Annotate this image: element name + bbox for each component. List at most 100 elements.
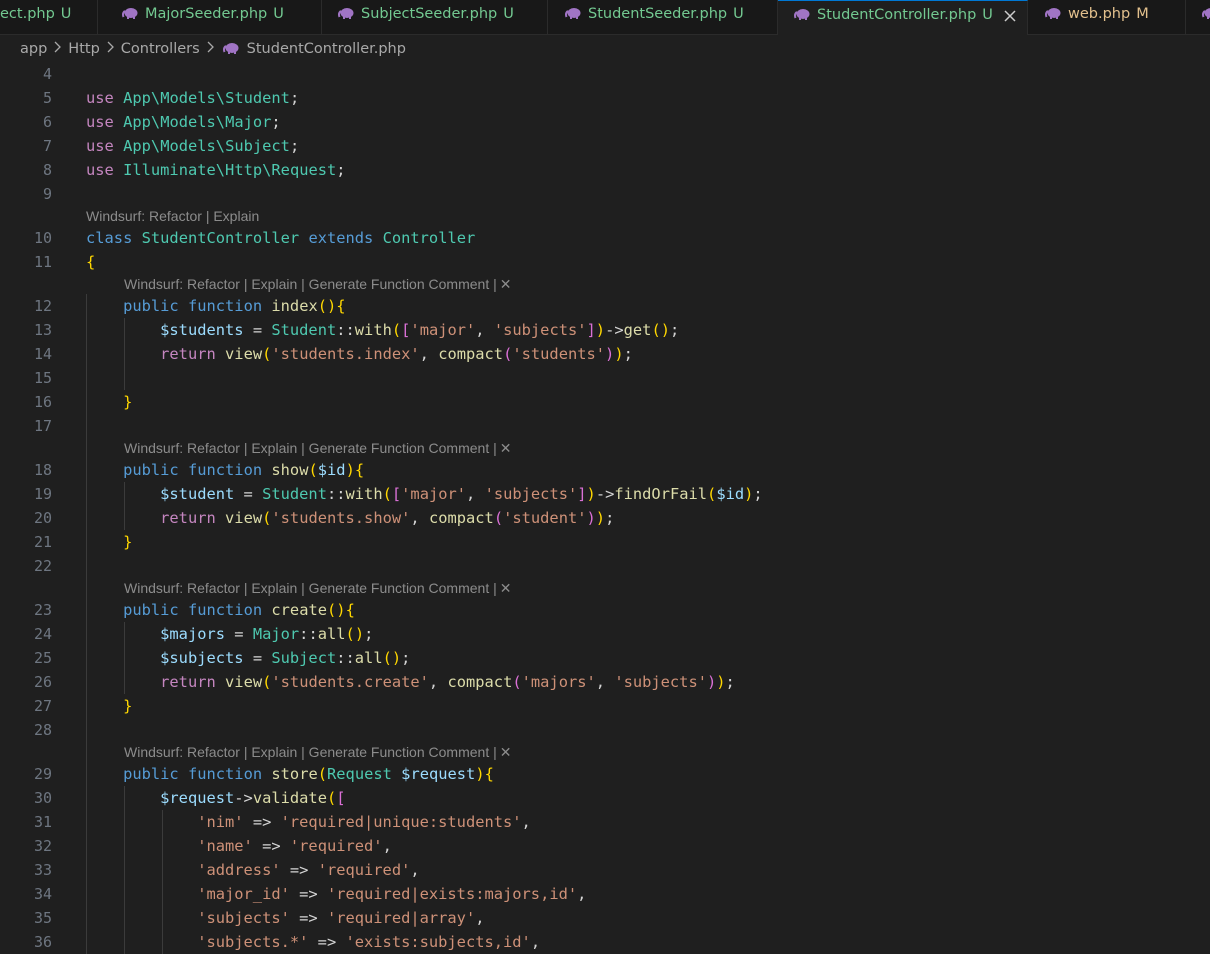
close-icon[interactable] — [1003, 5, 1017, 19]
code-line: 33 'address' => 'required', — [0, 858, 1210, 882]
breadcrumb-item-app[interactable]: app — [20, 41, 47, 57]
tab-label: web.php — [1068, 6, 1130, 22]
code-text[interactable]: 'subjects' => 'required|array', — [86, 906, 485, 930]
code-line: 25 $subjects = Subject::all(); — [0, 646, 1210, 670]
code-line: 32 'name' => 'required', — [0, 834, 1210, 858]
close-icon[interactable]: ✕ — [500, 276, 512, 292]
code-text[interactable]: use App\Models\Student; — [86, 86, 299, 110]
php-elephant-icon — [122, 1, 138, 29]
line-number: 13 — [0, 318, 52, 342]
code-text[interactable]: $student = Student::with(['major', 'subj… — [86, 482, 763, 506]
git-status-badge: U — [61, 6, 72, 22]
breadcrumb-item-controllers[interactable]: Controllers — [121, 41, 200, 57]
code-line: 13 $students = Student::with(['major', '… — [0, 318, 1210, 342]
code-text[interactable]: 'subjects.*' => 'exists:subjects,id', — [86, 930, 540, 954]
code-text[interactable]: 'name' => 'required', — [86, 834, 392, 858]
code-line: 19 $student = Student::with(['major', 's… — [0, 482, 1210, 506]
tab-studentseeder-php[interactable]: StudentSeeder.phpU — [548, 0, 778, 34]
line-number: 32 — [0, 834, 52, 858]
code-line: 7use App\Models\Subject; — [0, 134, 1210, 158]
line-number: 24 — [0, 622, 52, 646]
tab-label: MajorSeeder.php — [145, 6, 267, 22]
tab-label: StudentController.php — [817, 7, 976, 23]
breadcrumb: app Http Controllers StudentController.php — [20, 38, 406, 60]
code-text[interactable]: public function show($id){ — [86, 458, 364, 482]
line-number: 21 — [0, 530, 52, 554]
close-icon[interactable]: ✕ — [500, 440, 512, 456]
close-icon[interactable]: ✕ — [500, 744, 512, 760]
tab-subjectseeder-php[interactable]: SubjectSeeder.phpU — [322, 0, 548, 34]
code-text[interactable]: { — [86, 250, 95, 274]
codelens-windsurf[interactable]: Windsurf: Refactor | Explain | Generate … — [124, 438, 511, 458]
line-number: 20 — [0, 506, 52, 530]
code-text[interactable]: $majors = Major::all(); — [86, 622, 373, 646]
git-status-badge: U — [273, 6, 284, 22]
line-number: 36 — [0, 930, 52, 954]
codelens-label[interactable]: Windsurf: Refactor | Explain | Generate … — [124, 276, 497, 292]
code-text[interactable]: 'address' => 'required', — [86, 858, 420, 882]
tab-overflow[interactable] — [1186, 0, 1210, 34]
codelens-label[interactable]: Windsurf: Refactor | Explain | Generate … — [124, 440, 497, 456]
code-line: 15 — [0, 366, 1210, 390]
tab-majorseeder-php[interactable]: MajorSeeder.php U — [102, 0, 322, 34]
php-elephant-icon — [338, 1, 354, 29]
code-text[interactable]: } — [86, 530, 132, 554]
line-number: 15 — [0, 366, 52, 390]
line-number: 8 — [0, 158, 52, 182]
code-line: 29 public function store(Request $reques… — [0, 762, 1210, 786]
php-elephant-icon — [794, 2, 810, 30]
code-text[interactable]: 'nim' => 'required|unique:students', — [86, 810, 531, 834]
line-number: 4 — [0, 62, 52, 86]
tab-ect-php[interactable]: ect.phpU — [0, 0, 98, 34]
code-text[interactable]: class StudentController extends Controll… — [86, 226, 475, 250]
line-number: 25 — [0, 646, 52, 670]
php-elephant-icon — [1045, 1, 1061, 29]
code-line: 35 'subjects' => 'required|array', — [0, 906, 1210, 930]
editor-tab-bar: ect.phpU MajorSeeder.php U SubjectSeeder.ph… — [0, 0, 1210, 35]
line-number: 14 — [0, 342, 52, 366]
code-text[interactable]: return view('students.index', compact('s… — [86, 342, 633, 366]
breadcrumb-item-file[interactable]: StudentController.php — [247, 41, 406, 57]
codelens-windsurf[interactable]: Windsurf: Refactor | Explain | Generate … — [124, 274, 511, 294]
code-text[interactable]: } — [86, 694, 132, 718]
code-line: 20 return view('students.show', compact(… — [0, 506, 1210, 530]
code-text[interactable]: $students = Student::with(['major', 'sub… — [86, 318, 679, 342]
php-elephant-icon — [565, 1, 581, 29]
code-text[interactable]: use Illuminate\Http\Request; — [86, 158, 346, 182]
tab-web-php[interactable]: web.php M — [1029, 0, 1186, 34]
code-text[interactable]: return view('students.show', compact('st… — [86, 506, 614, 530]
code-line: 36 'subjects.*' => 'exists:subjects,id', — [0, 930, 1210, 954]
code-text[interactable]: public function create(){ — [86, 598, 355, 622]
codelens-label[interactable]: Windsurf: Refactor | Explain | Generate … — [124, 744, 497, 760]
code-text[interactable]: return view('students.create', compact('… — [86, 670, 735, 694]
code-text[interactable]: public function store(Request $request){ — [86, 762, 494, 786]
close-icon[interactable]: ✕ — [500, 580, 512, 596]
code-text[interactable]: use App\Models\Subject; — [86, 134, 299, 158]
codelens-windsurf[interactable]: Windsurf: Refactor | Explain | Generate … — [124, 742, 511, 762]
code-line: 17 — [0, 414, 1210, 438]
indent-guide — [124, 318, 125, 390]
code-text[interactable]: } — [86, 390, 132, 414]
git-status-badge: U — [982, 7, 993, 23]
chevron-right-icon — [53, 38, 62, 60]
line-number: 9 — [0, 182, 52, 206]
indent-guide — [124, 622, 125, 694]
code-text[interactable]: public function index(){ — [86, 294, 346, 318]
code-line: 4 — [0, 62, 1210, 86]
tab-studentcontroller-php[interactable]: StudentController.php U — [778, 0, 1028, 35]
codelens-label[interactable]: Windsurf: Refactor | Explain — [86, 208, 259, 224]
git-status-badge: M — [1136, 6, 1149, 22]
php-elephant-icon — [223, 39, 239, 61]
breadcrumb-item-http[interactable]: Http — [68, 41, 99, 57]
codelens-label[interactable]: Windsurf: Refactor | Explain | Generate … — [124, 580, 497, 596]
line-number: 28 — [0, 718, 52, 742]
code-text[interactable]: $subjects = Subject::all(); — [86, 646, 410, 670]
code-line: 9 — [0, 182, 1210, 206]
code-line: 31 'nim' => 'required|unique:students', — [0, 810, 1210, 834]
code-line: 34 'major_id' => 'required|exists:majors… — [0, 882, 1210, 906]
codelens-windsurf[interactable]: Windsurf: Refactor | Explain | Generate … — [124, 578, 511, 598]
code-editor[interactable]: 45use App\Models\Student;6use App\Models… — [0, 62, 1210, 946]
codelens-windsurf[interactable]: Windsurf: Refactor | Explain — [86, 206, 259, 226]
code-text[interactable]: use App\Models\Major; — [86, 110, 281, 134]
tab-label: StudentSeeder.php — [588, 6, 727, 22]
